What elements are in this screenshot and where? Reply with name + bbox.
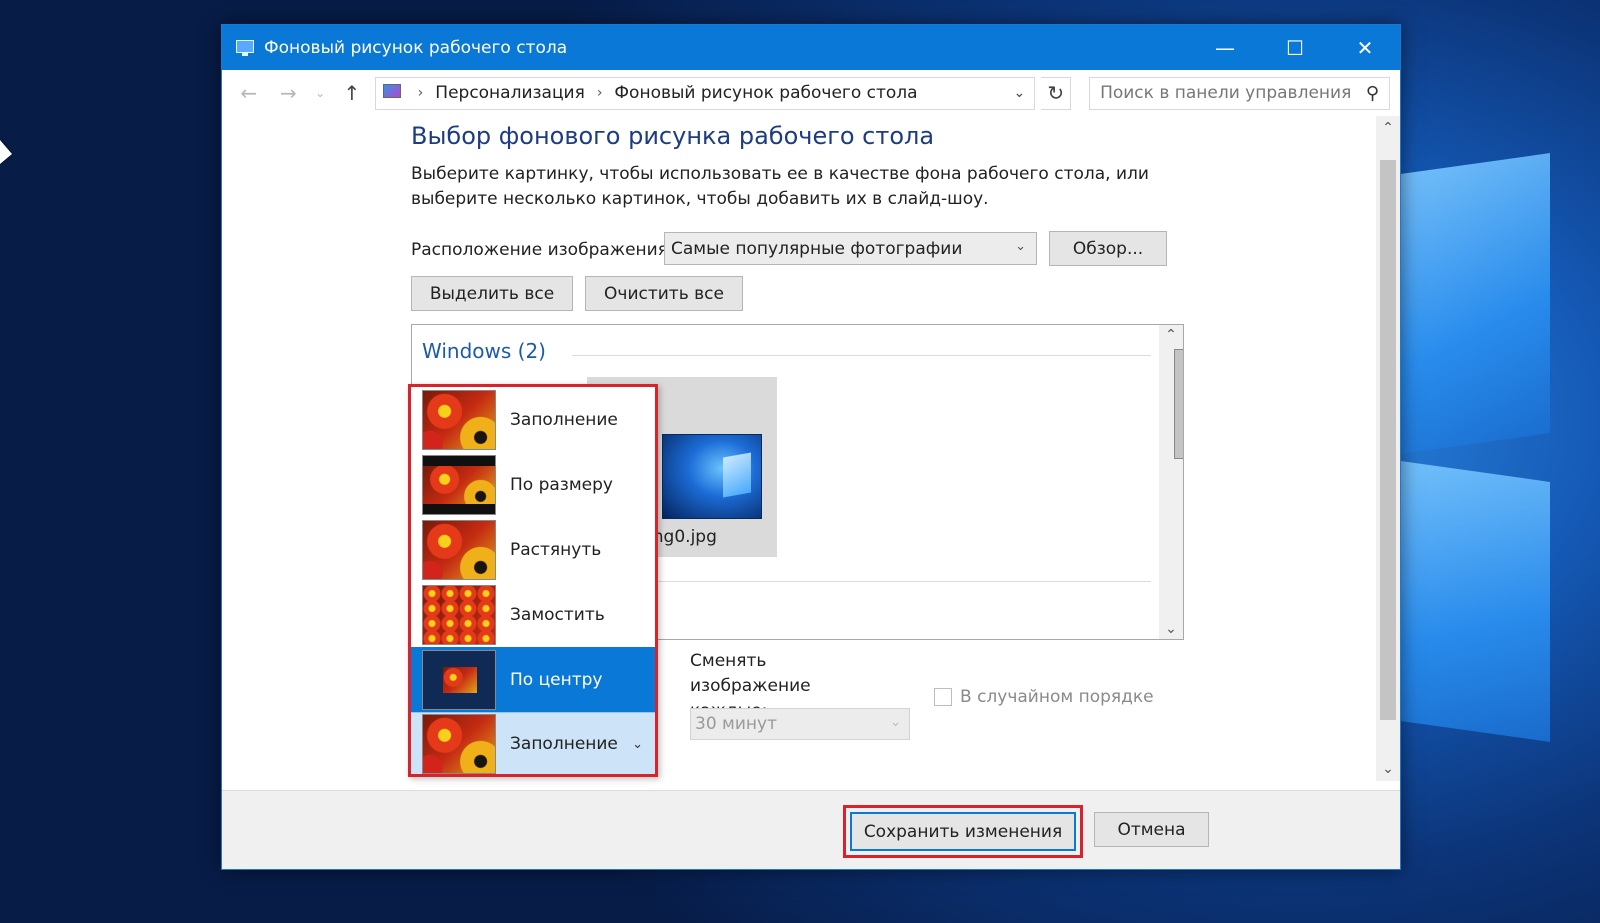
maximize-button[interactable]: ☐ <box>1260 25 1330 70</box>
chevron-down-icon[interactable]: ⌄ <box>632 737 643 752</box>
windows-logo-pane-bottom <box>1380 458 1550 742</box>
browse-button[interactable]: Обзор... <box>1049 231 1167 266</box>
breadcrumb-personalization[interactable]: Персонализация <box>435 83 585 103</box>
interval-value: 30 минут <box>695 714 777 734</box>
cancel-button[interactable]: Отмена <box>1094 812 1209 847</box>
group-divider <box>572 355 1151 356</box>
picture-location-select[interactable]: Самые популярные фотографии ⌄ <box>664 232 1037 265</box>
title-bar: Фоновый рисунок рабочего стола — ☐ ✕ <box>222 25 1400 70</box>
position-option-center[interactable]: По центру <box>411 647 655 712</box>
scroll-up-icon[interactable]: ⌃ <box>1376 120 1400 136</box>
fill-position-icon <box>422 389 496 450</box>
position-option-label: По размеру <box>510 474 613 495</box>
scroll-up-icon[interactable]: ⌃ <box>1159 327 1183 343</box>
position-option-label: По центру <box>510 669 603 690</box>
clear-all-button[interactable]: Очистить все <box>585 276 743 311</box>
center-position-icon <box>422 649 496 710</box>
scrollbar-thumb[interactable] <box>1174 349 1183 459</box>
search-placeholder: Поиск в панели управления <box>1100 83 1352 103</box>
stretch-position-icon <box>422 519 496 580</box>
position-option-label: Растянуть <box>510 539 602 560</box>
windows-logo-pane-top <box>1380 153 1550 457</box>
position-option-label: Заполнение <box>510 409 618 430</box>
up-arrow-icon[interactable]: ↑ <box>335 81 369 105</box>
windows-logo-icon <box>723 452 751 498</box>
window-title: Фоновый рисунок рабочего стола <box>264 37 568 58</box>
control-panel-icon <box>234 38 256 58</box>
refresh-icon[interactable]: ↻ <box>1041 76 1072 110</box>
gallery-group-header[interactable]: Windows (2) <box>422 339 546 363</box>
scroll-down-icon[interactable]: ⌄ <box>1159 621 1183 637</box>
window-scrollbar[interactable]: ⌃ ⌄ <box>1376 116 1400 781</box>
position-current-selection[interactable]: Заполнение ⌄ <box>411 712 655 774</box>
breadcrumb-separator-icon: › <box>596 85 603 101</box>
position-current-label: Заполнение <box>510 733 618 754</box>
windows-wallpaper-thumbnail <box>662 434 762 519</box>
breadcrumb-separator-icon: › <box>417 85 424 101</box>
dialog-footer: Сохранить изменения Отмена <box>222 790 1400 869</box>
control-panel-icon <box>380 82 406 104</box>
position-option-fit[interactable]: По размеру <box>411 452 655 517</box>
desktop-background-window: Фоновый рисунок рабочего стола — ☐ ✕ ← →… <box>221 24 1401 870</box>
search-icon[interactable]: ⚲ <box>1366 83 1379 104</box>
search-input[interactable]: Поиск в панели управления ⚲ <box>1089 76 1390 110</box>
save-changes-button[interactable]: Сохранить изменения <box>850 812 1076 851</box>
main-content: Выбор фонового рисунка рабочего стола Вы… <box>222 116 1368 781</box>
breadcrumb-desktop-background[interactable]: Фоновый рисунок рабочего стола <box>614 83 917 103</box>
address-bar[interactable]: › Персонализация › Фоновый рисунок рабоч… <box>374 76 1036 110</box>
recent-locations-icon[interactable]: ⌄ <box>311 86 329 100</box>
close-button[interactable]: ✕ <box>1330 25 1400 70</box>
scroll-down-icon[interactable]: ⌄ <box>1376 761 1400 777</box>
save-button-highlight: Сохранить изменения <box>843 805 1083 858</box>
position-option-stretch[interactable]: Растянуть <box>411 517 655 582</box>
picture-location-value: Самые популярные фотографии <box>671 238 963 259</box>
interval-select[interactable]: 30 минут ⌄ <box>690 708 910 740</box>
position-option-fill[interactable]: Заполнение <box>411 387 655 452</box>
chevron-down-icon: ⌄ <box>890 715 901 730</box>
gallery-scrollbar[interactable]: ⌃ ⌄ <box>1159 325 1183 639</box>
chevron-down-icon[interactable]: ⌄ <box>1004 78 1034 109</box>
mouse-cursor-icon <box>0 140 12 164</box>
shuffle-checkbox[interactable] <box>934 688 952 706</box>
picture-location-label: Расположение изображения: <box>411 240 674 260</box>
navigation-bar: ← → ⌄ ↑ › Персонализация › Фоновый рисун… <box>222 70 1400 116</box>
back-arrow-icon[interactable]: ← <box>232 81 266 105</box>
tile-position-icon <box>422 584 496 645</box>
position-option-tile[interactable]: Замостить <box>411 582 655 647</box>
page-title: Выбор фонового рисунка рабочего стола <box>411 122 935 150</box>
forward-arrow-icon[interactable]: → <box>272 81 306 105</box>
scrollbar-thumb[interactable] <box>1380 160 1396 720</box>
fit-position-icon <box>422 454 496 515</box>
shuffle-option[interactable]: В случайном порядке <box>934 687 1154 707</box>
fill-position-icon <box>422 713 496 774</box>
minimize-button[interactable]: — <box>1190 25 1260 70</box>
page-description: Выберите картинку, чтобы использовать ее… <box>411 164 1149 209</box>
picture-position-dropdown[interactable]: Заполнение По размеру Растянуть Замостит… <box>408 384 658 777</box>
position-option-label: Замостить <box>510 604 605 625</box>
select-all-button[interactable]: Выделить все <box>411 276 573 311</box>
shuffle-label: В случайном порядке <box>960 687 1154 707</box>
chevron-down-icon: ⌄ <box>1015 239 1026 254</box>
